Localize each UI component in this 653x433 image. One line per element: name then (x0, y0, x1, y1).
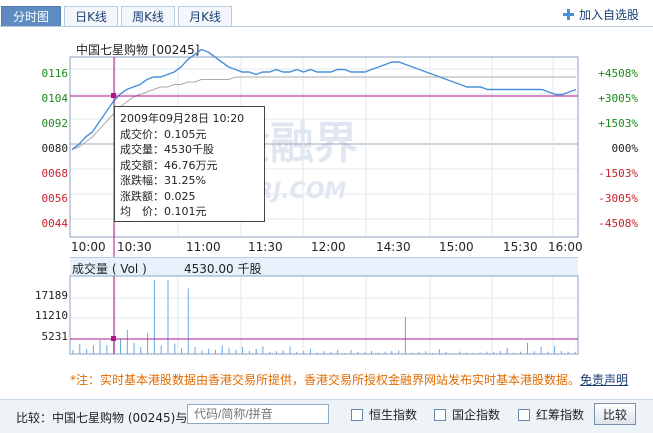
time-tick: 11:00 (186, 240, 221, 254)
percent-tick: -4508% (598, 217, 638, 230)
percent-tick: +1503% (598, 117, 638, 130)
time-tick: 12:00 (311, 240, 346, 254)
compare-search-input[interactable] (187, 404, 329, 424)
disclaimer-link[interactable]: 免责声明 (580, 373, 628, 387)
time-tick: 16:00 (548, 240, 583, 254)
time-tick: 15:30 (503, 240, 538, 254)
volume-value: 4530.00 千股 (184, 262, 262, 276)
checkbox-box[interactable] (434, 409, 446, 421)
crosshair-point (111, 93, 116, 98)
percent-tick: +4508% (598, 67, 638, 80)
tooltip-amount: 成交额：46.76万元 (120, 158, 218, 172)
intraday-chart: 金融界 JRJ.COM (69, 48, 579, 355)
checkbox-hsi[interactable]: 恒生指数 (351, 408, 417, 422)
percent-tick: 000% (611, 142, 639, 155)
percent-tick: -1503% (598, 167, 638, 180)
compare-label: 比较：中国七星购物 (00245)与 (16, 411, 188, 425)
volume-panel-frame (69, 275, 579, 355)
checkbox-label: 恒生指数 (369, 408, 418, 422)
time-tick: 15:00 (439, 240, 474, 254)
tooltip-volume: 成交量：4530千股 (120, 143, 214, 156)
checkbox-label: 红筹指数 (536, 408, 585, 422)
tooltip-avg: 均 价：0.101元 (120, 205, 207, 218)
price-tick: 0104 (41, 92, 69, 105)
percent-tick: +3005% (598, 92, 638, 105)
time-tick: 11:30 (248, 240, 283, 254)
tooltip-price: 成交价：0.105元 (120, 127, 207, 141)
volume-tick: 5231 (41, 330, 69, 343)
checkbox-box[interactable] (351, 409, 363, 421)
price-tick: 0044 (41, 217, 69, 230)
note-text: *注：实时基本港股数据由香港交易所提供，香港交易所授权金融界网站发布实时基本港股… (70, 373, 581, 387)
volume-crosshair-point (111, 336, 116, 341)
tooltip-change-pct: 涨跌幅：31.25% (120, 174, 206, 187)
volume-tick: 17189 (34, 289, 68, 302)
volume-label: 成交量 ( Vol ) (72, 262, 147, 276)
price-tick: 0068 (41, 167, 69, 180)
checkbox-label: 国企指数 (452, 408, 501, 422)
compare-button[interactable]: 比较 (594, 403, 636, 425)
time-tick: 10:00 (71, 240, 106, 254)
checkbox-red-chip[interactable]: 红筹指数 (518, 408, 584, 422)
price-tick: 0116 (41, 67, 69, 80)
data-tooltip: 2009年09月28日 10:20 成交价：0.105元 成交量：4530千股 … (114, 106, 265, 222)
price-tick: 0080 (41, 142, 69, 155)
checkbox-box[interactable] (518, 409, 530, 421)
tooltip-datetime: 2009年09月28日 10:20 (120, 112, 245, 125)
time-tick: 10:30 (117, 240, 152, 254)
price-tick: 0056 (41, 192, 69, 205)
price-tick: 0092 (41, 117, 69, 130)
percent-tick: -3005% (598, 192, 638, 205)
volume-tick: 11210 (34, 309, 68, 322)
disclaimer-note: *注：实时基本港股数据由香港交易所提供，香港交易所授权金融界网站发布实时基本港股… (70, 371, 628, 388)
volume-bars (72, 279, 576, 354)
checkbox-hscei[interactable]: 国企指数 (434, 408, 500, 422)
time-tick: 14:30 (376, 240, 411, 254)
tooltip-change-amt: 涨跌额：0.025 (120, 189, 196, 203)
